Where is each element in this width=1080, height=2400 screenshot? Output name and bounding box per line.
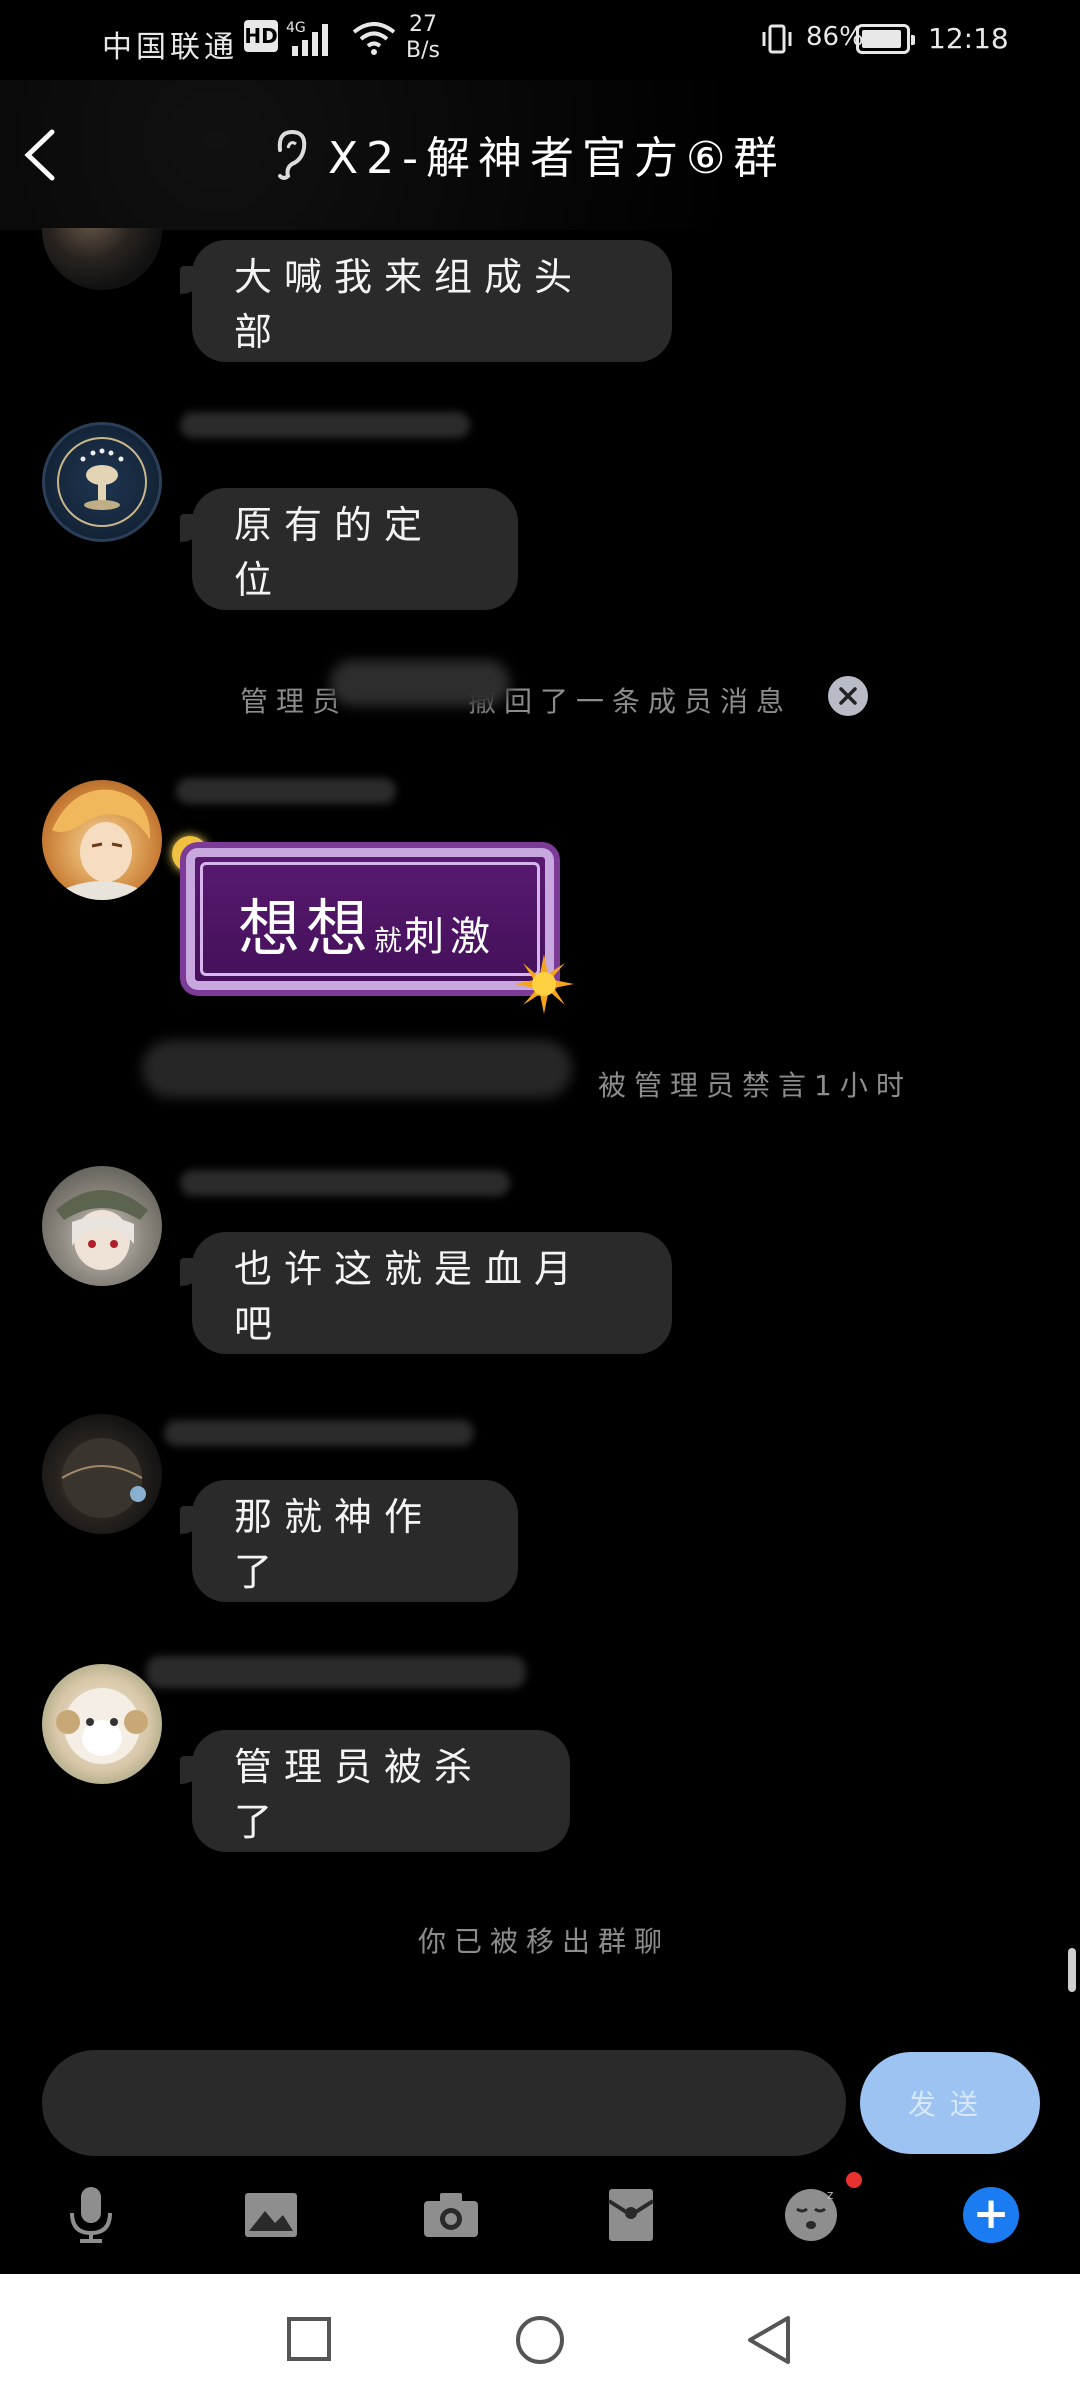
net-speed-unit: B/s	[406, 38, 440, 63]
message-bubble[interactable]: 原有的定位	[180, 488, 518, 610]
message-text: 那就神作了	[234, 1495, 435, 1594]
mushroom-cloud-emblem	[57, 437, 147, 527]
image-icon[interactable]	[236, 2180, 306, 2250]
system-navigation-bar	[0, 2274, 1080, 2400]
send-button[interactable]: 发送	[860, 2052, 1040, 2154]
message-text: 大喊我来组成头部	[234, 255, 585, 354]
sticker-tail-text: 刺激	[404, 914, 497, 960]
message-text: 原有的定位	[234, 503, 435, 602]
chat-title-area[interactable]: X2-解神者官方⑥群	[270, 122, 785, 186]
avatar[interactable]	[42, 422, 162, 542]
plus-icon[interactable]: +	[956, 2180, 1026, 2250]
anime-character-portrait	[52, 789, 151, 900]
signal-icon: 4G	[286, 20, 328, 56]
sticker-text: 想想就刺激	[238, 878, 496, 968]
input-toolbar: z +	[0, 2170, 1080, 2270]
recall-suffix: 撤回了一条成员消息	[468, 685, 793, 718]
carrier-label: 中国联通	[102, 30, 238, 65]
avatar[interactable]	[42, 1664, 162, 1784]
message-bubble[interactable]: 大喊我来组成头部	[180, 240, 672, 362]
vibrate-icon	[762, 24, 792, 54]
sun-icon	[514, 954, 574, 1014]
planet-image	[61, 1438, 146, 1518]
sticker-card[interactable]: 想想就刺激	[186, 848, 554, 990]
home-icon[interactable]	[514, 2314, 566, 2366]
message-input[interactable]	[42, 2050, 846, 2156]
sticker-big-text: 想想	[238, 892, 375, 965]
sender-name-redacted	[176, 778, 396, 804]
system-notice-recall: 管理员 撤回了一条成员消息	[240, 680, 792, 720]
wifi-icon	[352, 22, 396, 55]
net-speed: 27 B/s	[406, 12, 440, 64]
sticker-small-text: 就	[374, 924, 405, 957]
recent-apps-icon[interactable]	[286, 2316, 332, 2362]
removed-from-group-notice: 你已被移出群聊	[418, 1925, 671, 1958]
back-icon[interactable]	[744, 2314, 792, 2366]
close-icon[interactable]	[828, 676, 868, 716]
message-bubble[interactable]: 也许这就是血月吧	[180, 1232, 672, 1354]
sender-name-redacted	[146, 1656, 526, 1688]
status-bar: 中国联通 HD 4G 27 B/s 86% 12:18	[0, 0, 1080, 80]
mic-icon[interactable]	[56, 2180, 126, 2250]
back-arrow-icon[interactable]	[18, 128, 62, 182]
avatar[interactable]	[42, 1166, 162, 1286]
page-title: X2-解神者官方⑥群	[328, 133, 786, 184]
emoji-icon[interactable]: z	[776, 2180, 846, 2250]
clock: 12:18	[928, 22, 1009, 55]
anime-soldier-portrait	[56, 1190, 148, 1270]
message-bubble[interactable]: 管理员被杀了	[180, 1730, 570, 1852]
ear-icon	[277, 129, 307, 180]
notification-badge	[846, 2172, 862, 2188]
sheep-mascot-portrait	[56, 1688, 148, 1764]
avatar[interactable]	[42, 1414, 162, 1534]
avatar[interactable]	[42, 780, 162, 900]
redacted-name	[142, 1040, 572, 1098]
svg-text:z: z	[827, 2188, 833, 2202]
hd-badge: HD	[244, 20, 278, 52]
sender-name-redacted	[164, 1420, 474, 1446]
red-packet-icon[interactable]	[596, 2180, 666, 2250]
sender-name-redacted	[180, 1170, 510, 1196]
message-text: 也许这就是血月吧	[234, 1247, 585, 1346]
battery-icon	[856, 24, 915, 54]
camera-icon[interactable]	[416, 2180, 486, 2250]
scrollbar-thumb[interactable]	[1068, 1948, 1076, 1992]
message-text: 管理员被杀了	[234, 1745, 485, 1844]
message-bubble[interactable]: 那就神作了	[180, 1480, 518, 1602]
sender-name-redacted	[180, 412, 470, 438]
network-type: 4G	[286, 20, 306, 36]
net-speed-value: 27	[408, 12, 437, 37]
redacted-name	[330, 660, 510, 706]
system-notice-mute: 被管理员禁言1小时	[598, 1069, 912, 1102]
